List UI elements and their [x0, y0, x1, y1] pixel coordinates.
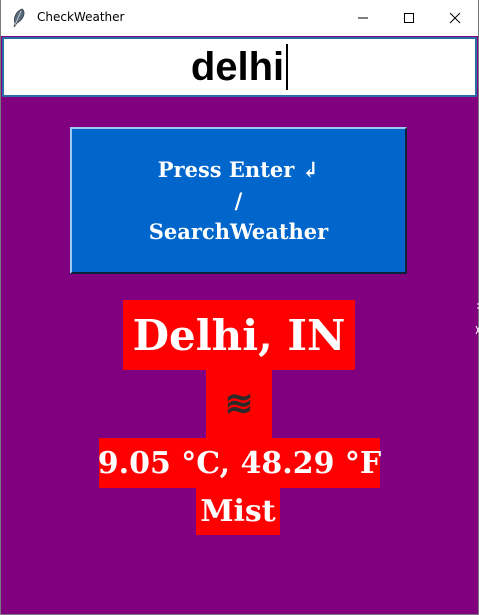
weather-description-label: Mist: [196, 488, 280, 535]
minimize-button[interactable]: [340, 0, 386, 36]
window-title: CheckWeather: [37, 10, 125, 24]
search-button-line-3: SearchWeather: [148, 219, 329, 244]
title-bar[interactable]: CheckWeather: [1, 0, 478, 36]
minimize-icon: [357, 9, 369, 28]
search-weather-button[interactable]: Press Enter ↲ / SearchWeather: [70, 127, 407, 274]
close-icon: [449, 9, 461, 28]
app-window: CheckWeather delhi Press Enter ↲ / Searc…: [0, 0, 479, 615]
mist-icon: ≋: [206, 370, 272, 438]
location-label: Delhi, IN: [123, 300, 355, 370]
window-edge-artifact: [475, 296, 479, 346]
city-search-input[interactable]: delhi: [2, 37, 477, 97]
text-caret: [286, 44, 289, 90]
search-button-line-2: /: [234, 188, 243, 213]
city-search-value: delhi: [190, 44, 285, 89]
weather-condition-glyph: ≋: [224, 384, 254, 424]
maximize-button[interactable]: [386, 0, 432, 36]
maximize-icon: [403, 9, 415, 28]
temperature-label: 9.05 °C, 48.29 °F: [98, 438, 381, 488]
feather-icon: [11, 8, 27, 28]
search-button-line-1: Press Enter ↲: [157, 157, 320, 182]
close-button[interactable]: [432, 0, 478, 36]
